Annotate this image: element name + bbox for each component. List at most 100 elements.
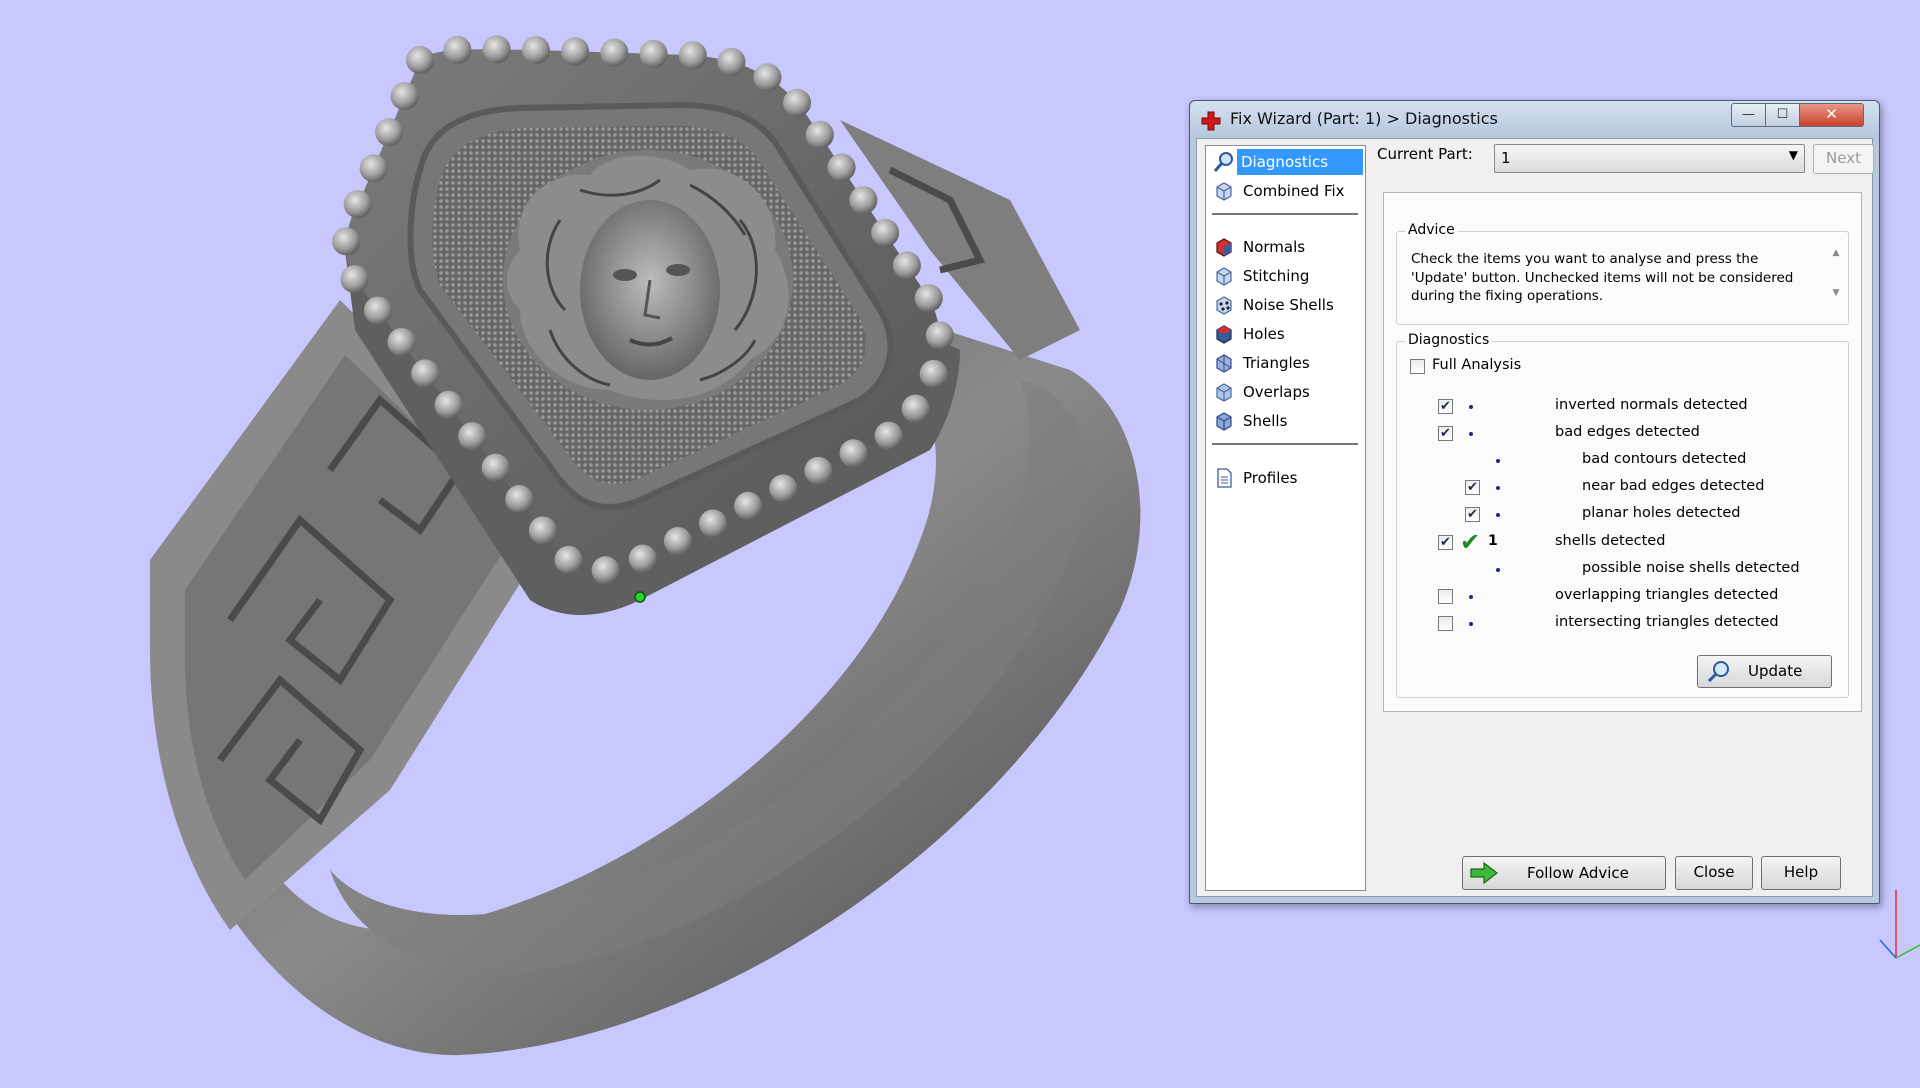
bead bbox=[628, 544, 657, 573]
cube-icon bbox=[1216, 354, 1232, 373]
status-dot bbox=[1496, 459, 1500, 463]
inverted-normals-checkbox[interactable]: ✔ bbox=[1438, 399, 1453, 414]
maximize-button[interactable]: ☐ bbox=[1765, 103, 1800, 127]
bead bbox=[561, 37, 590, 66]
wizard-nav-list: Diagnostics Combined Fix Normals Stitchi… bbox=[1205, 145, 1366, 891]
bead bbox=[892, 251, 921, 280]
nav-item-label: Profiles bbox=[1243, 469, 1298, 487]
nav-item-triangles[interactable]: Triangles bbox=[1210, 350, 1360, 376]
magnifier-icon bbox=[1707, 661, 1729, 682]
near-bad-edges-checkbox[interactable]: ✔ bbox=[1465, 480, 1480, 495]
status-dot bbox=[1496, 513, 1500, 517]
bead bbox=[734, 491, 763, 520]
advice-scrollbar[interactable]: ▲ ▼ bbox=[1828, 248, 1844, 314]
shells-checkbox[interactable]: ✔ bbox=[1438, 535, 1453, 550]
nav-item-shells[interactable]: Shells bbox=[1210, 408, 1360, 434]
bead bbox=[481, 453, 510, 482]
close-button[interactable]: Close bbox=[1675, 856, 1753, 890]
nav-item-diagnostics[interactable]: Diagnostics bbox=[1210, 149, 1363, 175]
bead bbox=[387, 327, 416, 356]
diag-row-label: bad edges detected bbox=[1555, 424, 1700, 440]
bad-edges-checkbox[interactable]: ✔ bbox=[1438, 426, 1453, 441]
bead bbox=[901, 394, 930, 423]
nav-item-label: Normals bbox=[1243, 238, 1306, 256]
nav-item-label: Triangles bbox=[1243, 354, 1310, 372]
diag-row-label: shells detected bbox=[1555, 533, 1666, 549]
nav-item-profiles[interactable]: Profiles bbox=[1210, 465, 1360, 491]
bead bbox=[521, 36, 550, 65]
cube-icon bbox=[1216, 182, 1232, 201]
bead bbox=[332, 227, 361, 256]
nav-item-label: Shells bbox=[1243, 412, 1288, 430]
bead bbox=[505, 485, 534, 514]
intersecting-triangles-checkbox[interactable] bbox=[1438, 616, 1453, 631]
bead bbox=[406, 46, 434, 74]
axis-triad-icon bbox=[1879, 890, 1920, 959]
document-icon bbox=[1217, 468, 1232, 488]
bead bbox=[663, 527, 692, 556]
bead bbox=[434, 390, 463, 419]
update-button[interactable]: Update bbox=[1697, 655, 1832, 688]
bead bbox=[874, 421, 903, 450]
help-button[interactable]: Help bbox=[1761, 856, 1841, 890]
nav-item-overlaps[interactable]: Overlaps bbox=[1210, 379, 1360, 405]
cube-icon bbox=[1216, 267, 1232, 286]
overlapping-triangles-checkbox[interactable] bbox=[1438, 589, 1453, 604]
minimize-button[interactable]: — bbox=[1731, 103, 1766, 127]
current-part-select[interactable]: 1 ▼ bbox=[1494, 144, 1805, 173]
bead bbox=[528, 516, 557, 545]
magnifier-icon bbox=[1213, 152, 1233, 172]
bead bbox=[639, 39, 668, 68]
nav-item-label: Combined Fix bbox=[1243, 182, 1345, 200]
full-analysis-label: Full Analysis bbox=[1432, 357, 1522, 373]
diag-row-label: near bad edges detected bbox=[1582, 478, 1765, 494]
nav-item-label: Overlaps bbox=[1243, 383, 1310, 401]
shells-count: 1 bbox=[1488, 533, 1498, 549]
nav-item-normals[interactable]: Normals bbox=[1210, 234, 1360, 260]
bead bbox=[914, 284, 943, 313]
bead bbox=[753, 63, 782, 92]
nav-item-combined-fix[interactable]: Combined Fix bbox=[1210, 178, 1360, 204]
nav-divider bbox=[1212, 213, 1358, 215]
ok-check-icon: ✔ bbox=[1460, 528, 1481, 556]
bead bbox=[600, 38, 629, 67]
nav-item-holes[interactable]: Holes bbox=[1210, 321, 1360, 347]
bead bbox=[871, 218, 900, 247]
status-dot bbox=[1496, 486, 1500, 490]
title-bar[interactable]: Fix Wizard (Part: 1) > Diagnostics — ☐ ✕ bbox=[1190, 101, 1879, 137]
bead bbox=[919, 359, 948, 388]
diag-row-label: intersecting triangles detected bbox=[1555, 614, 1779, 630]
bead bbox=[925, 321, 954, 350]
bead bbox=[591, 556, 620, 585]
diag-row-label: planar holes detected bbox=[1582, 505, 1741, 521]
red-cube-icon bbox=[1216, 238, 1232, 257]
bead bbox=[839, 439, 868, 468]
bead bbox=[359, 154, 388, 183]
diag-row-label: inverted normals detected bbox=[1555, 397, 1748, 413]
follow-advice-label: Follow Advice bbox=[1527, 864, 1629, 882]
status-dot bbox=[1469, 622, 1473, 626]
next-button[interactable]: Next bbox=[1813, 144, 1874, 174]
cube-icon bbox=[1216, 412, 1232, 431]
dotted-cube-icon bbox=[1216, 296, 1232, 315]
nav-item-label: Noise Shells bbox=[1243, 296, 1334, 314]
planar-holes-checkbox[interactable]: ✔ bbox=[1465, 507, 1480, 522]
bead bbox=[699, 509, 728, 538]
red-cross-icon bbox=[1201, 111, 1221, 131]
dialog-client-area: Diagnostics Combined Fix Normals Stitchi… bbox=[1196, 138, 1874, 897]
nav-item-label: Stitching bbox=[1243, 267, 1310, 285]
bead bbox=[849, 186, 878, 215]
current-part-value: 1 bbox=[1501, 149, 1511, 167]
follow-advice-button[interactable]: Follow Advice bbox=[1462, 856, 1666, 890]
status-dot bbox=[1469, 432, 1473, 436]
update-label: Update bbox=[1748, 662, 1803, 680]
bead bbox=[783, 88, 812, 117]
nav-item-stitching[interactable]: Stitching bbox=[1210, 263, 1360, 289]
nav-item-label: Diagnostics bbox=[1237, 149, 1363, 175]
status-dot bbox=[1469, 405, 1473, 409]
full-analysis-checkbox[interactable] bbox=[1410, 359, 1425, 374]
cube-icon bbox=[1216, 383, 1232, 402]
close-window-button[interactable]: ✕ bbox=[1799, 103, 1864, 127]
nav-item-noise-shells[interactable]: Noise Shells bbox=[1210, 292, 1360, 318]
bead bbox=[827, 153, 856, 182]
